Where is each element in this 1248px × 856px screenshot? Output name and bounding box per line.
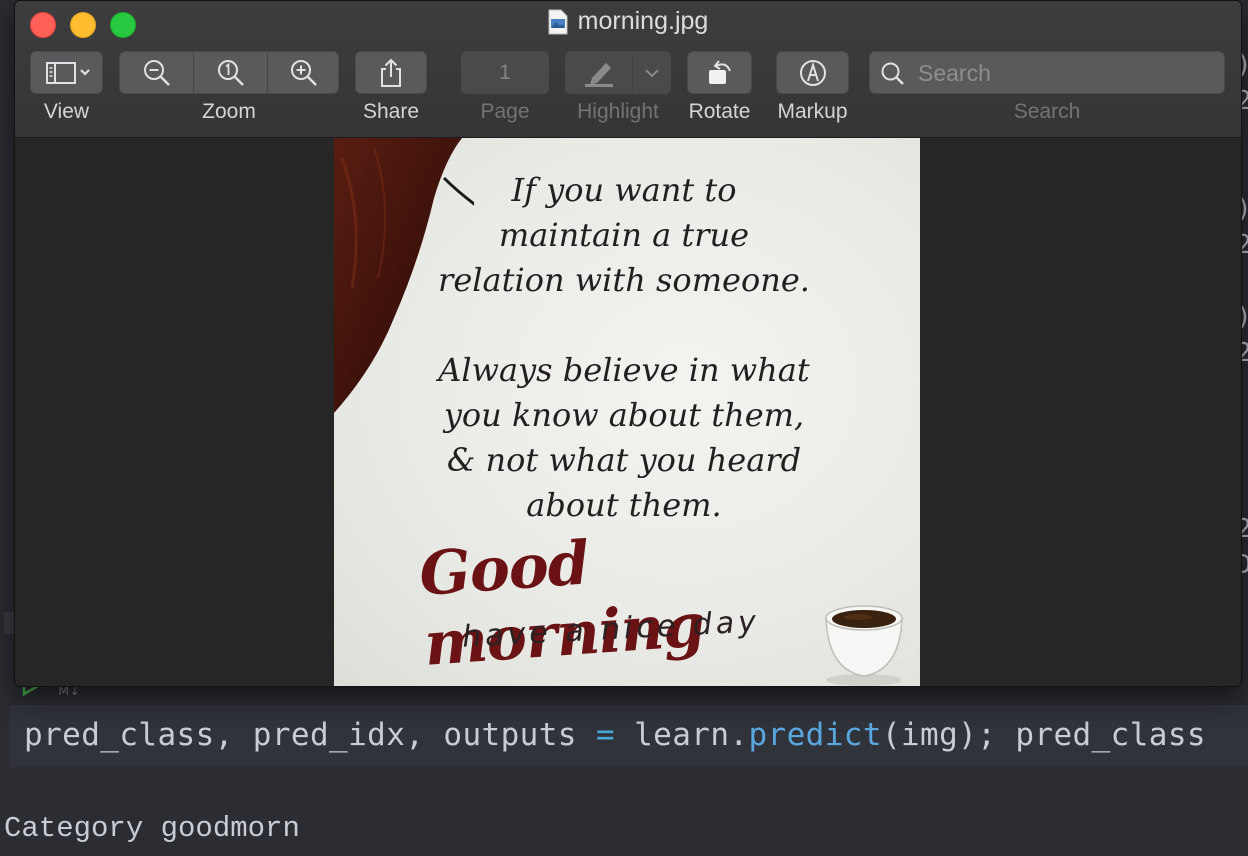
highlight-control	[565, 51, 671, 94]
code-args: (img); pred_class	[881, 717, 1206, 753]
cell-output: Category goodmorn	[4, 812, 300, 845]
quote-line: you know about them,	[443, 396, 805, 434]
markup-label: Markup	[777, 100, 848, 123]
greeting-text: Good morning	[417, 528, 707, 680]
markup-icon	[799, 59, 826, 86]
chevron-down-icon	[79, 68, 90, 76]
zoom-out-button[interactable]	[120, 52, 193, 93]
view-label: View	[43, 100, 90, 123]
window-titlebar: morning.jpg View Zoom Share 1 Page Highl…	[15, 1, 1241, 138]
quote-line: If you want to	[511, 171, 737, 209]
quote-part-1: If you want to maintain a true relation …	[404, 168, 844, 303]
image-canvas: If you want to maintain a true relation …	[15, 138, 1241, 686]
share-icon	[381, 58, 401, 87]
highlight-menu-button[interactable]	[633, 52, 670, 93]
code-object: learn.	[615, 717, 749, 753]
coffee-cup-icon	[825, 605, 920, 686]
image-file-icon	[548, 9, 568, 34]
rotate-label: Rotate	[688, 100, 751, 123]
search-input[interactable]	[916, 58, 1210, 88]
code-line[interactable]: pred_class, pred_idx, outputs = learn.pr…	[24, 717, 1206, 753]
search-field[interactable]	[869, 51, 1225, 94]
share-button[interactable]	[355, 51, 427, 94]
rotate-button[interactable]	[687, 51, 752, 94]
search-icon	[881, 62, 904, 85]
actual-size-button[interactable]	[194, 52, 267, 93]
page-label: Page	[480, 100, 530, 123]
highlight-label: Highlight	[577, 100, 659, 123]
code-cell[interactable]: pred_class, pred_idx, outputs = learn.pr…	[10, 706, 1248, 767]
code-operator: =	[595, 717, 615, 753]
zoom-in-button[interactable]	[268, 52, 340, 93]
page-number: 1	[499, 60, 511, 84]
zoom-in-icon	[291, 59, 317, 86]
actual-size-icon	[217, 59, 244, 86]
quote-line: & not what you heard	[446, 441, 802, 479]
markup-button[interactable]	[776, 51, 849, 94]
preview-window: morning.jpg View Zoom Share 1 Page Highl…	[14, 0, 1242, 687]
view-button[interactable]	[30, 51, 103, 94]
quote-line: Always believe in what	[438, 351, 810, 389]
displayed-image: If you want to maintain a true relation …	[334, 138, 920, 686]
zoom-control	[119, 51, 339, 94]
code-lhs: pred_class, pred_idx, outputs	[24, 717, 596, 753]
sidebar-icon	[45, 61, 90, 84]
window-title-text: morning.jpg	[577, 7, 709, 35]
page-number-field[interactable]: 1	[461, 51, 549, 94]
quote-part-2: Always believe in what you know about th…	[404, 348, 844, 528]
highlight-button[interactable]	[566, 52, 632, 93]
window-title: morning.jpg	[15, 7, 1241, 36]
zoom-out-icon	[143, 59, 170, 86]
chevron-down-icon	[644, 68, 659, 77]
cell-gutter	[4, 612, 14, 634]
share-label: Share	[362, 100, 420, 123]
quote-line: maintain a true	[498, 216, 750, 254]
rotate-icon	[708, 59, 731, 84]
highlight-pen-icon	[585, 62, 613, 87]
code-function: predict	[748, 717, 882, 753]
quote-line: relation with someone.	[438, 261, 810, 299]
zoom-label: Zoom	[202, 100, 256, 123]
search-label: Search	[1013, 100, 1081, 123]
